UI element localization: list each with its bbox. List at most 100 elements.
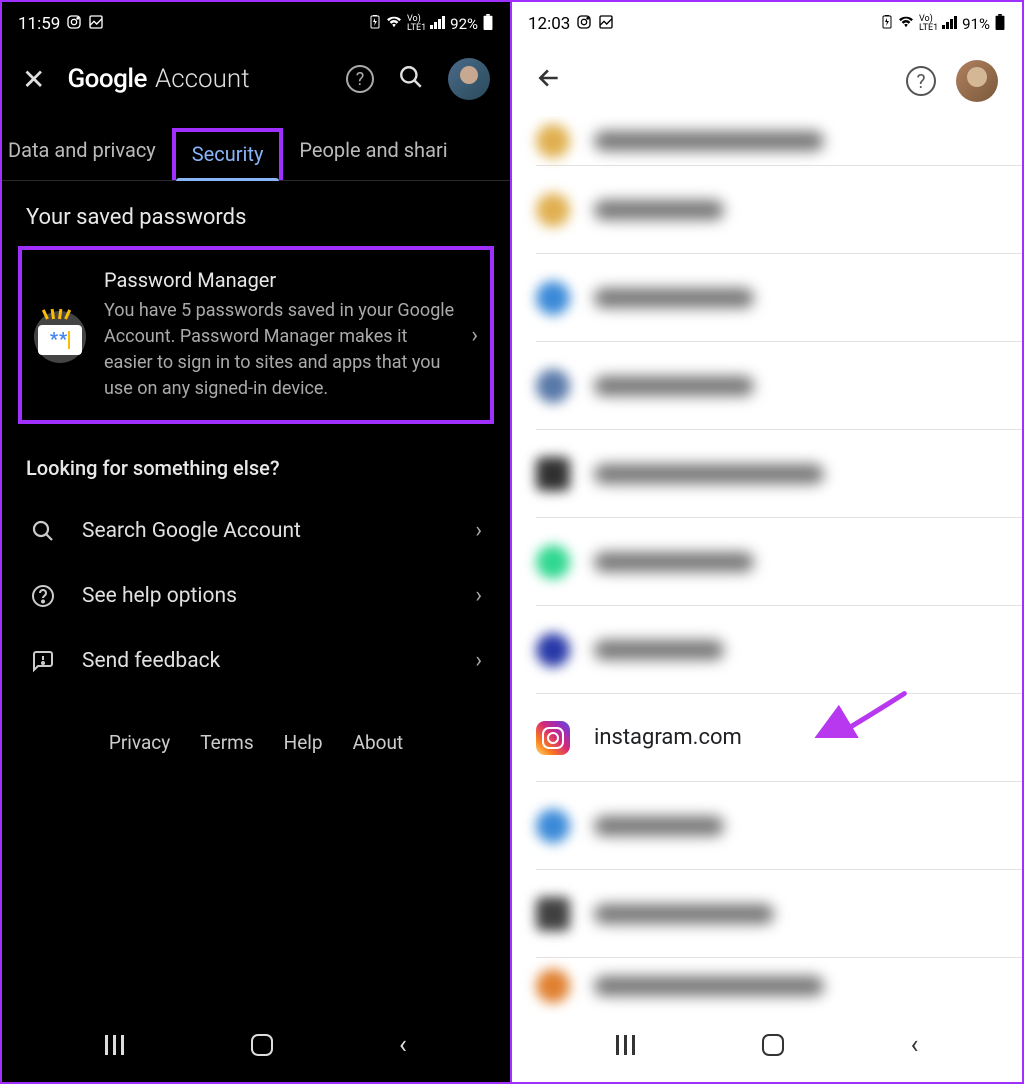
search-icon: [30, 519, 56, 543]
site-label-blurred: [594, 464, 824, 484]
nav-bar: ‹: [512, 1014, 1022, 1082]
battery-saver-icon: [369, 15, 381, 33]
see-help-options-row[interactable]: See help options ›: [2, 563, 510, 628]
chevron-right-icon: ›: [475, 518, 482, 543]
search-google-account-row[interactable]: Search Google Account ›: [2, 498, 510, 563]
signal-icon: [942, 15, 958, 33]
send-feedback-row[interactable]: Send feedback ›: [2, 628, 510, 693]
wifi-icon: [897, 15, 915, 33]
nav-recent-button[interactable]: [616, 1035, 635, 1055]
list-item[interactable]: [536, 254, 1022, 342]
card-title: Password Manager: [104, 268, 455, 292]
feedback-icon: [30, 649, 56, 673]
chevron-right-icon: ›: [475, 583, 482, 608]
battery-icon: [482, 14, 494, 34]
battery-percent: 92%: [450, 15, 478, 33]
phone-right-screen: 12:03 Vo)LTE1 91%: [512, 0, 1024, 1084]
card-desc: You have 5 passwords saved in your Googl…: [104, 298, 455, 402]
back-arrow-icon[interactable]: [536, 65, 562, 98]
chevron-right-icon: ›: [471, 323, 478, 348]
site-favicon: [536, 281, 570, 315]
chevron-right-icon: ›: [475, 648, 482, 673]
nav-home-button[interactable]: [251, 1034, 273, 1056]
site-label: instagram.com: [594, 725, 742, 750]
password-list: instagram.com: [512, 116, 1022, 1014]
site-favicon: [536, 457, 570, 491]
help-icon[interactable]: ?: [346, 65, 374, 93]
list-item[interactable]: [536, 342, 1022, 430]
tabs: Data and privacy Security People and sha…: [2, 112, 510, 181]
site-favicon: [536, 809, 570, 843]
site-favicon: [536, 369, 570, 403]
site-favicon: [536, 633, 570, 667]
site-favicon: [536, 897, 570, 931]
avatar[interactable]: [956, 60, 998, 102]
signal-icon: [430, 15, 446, 33]
option-label: Send feedback: [82, 649, 449, 673]
tab-people-sharing[interactable]: People and shari: [283, 128, 463, 180]
list-item[interactable]: [536, 166, 1022, 254]
search-icon[interactable]: [398, 64, 424, 94]
list-item[interactable]: [536, 430, 1022, 518]
status-bar: 11:59 Vo)LTE1 92%: [2, 2, 510, 46]
list-item[interactable]: [536, 518, 1022, 606]
nav-recent-button[interactable]: [105, 1035, 124, 1055]
site-favicon: [536, 545, 570, 579]
privacy-link[interactable]: Privacy: [109, 731, 170, 754]
help-link[interactable]: Help: [284, 731, 323, 754]
site-label-blurred: [594, 288, 754, 308]
terms-link[interactable]: Terms: [200, 731, 253, 754]
list-item[interactable]: [536, 606, 1022, 694]
nav-back-button[interactable]: ‹: [911, 1030, 919, 1060]
site-label-blurred: [594, 640, 724, 660]
phone-left-screen: 11:59 Vo)LTE1 92% ✕: [0, 0, 512, 1084]
looking-title: Looking for something else?: [2, 432, 510, 498]
list-item[interactable]: [536, 782, 1022, 870]
site-label-blurred: [594, 976, 824, 996]
status-time: 11:59: [18, 14, 60, 34]
site-label-blurred: [594, 376, 754, 396]
battery-percent: 91%: [962, 15, 990, 33]
site-favicon: [536, 124, 570, 158]
status-bar: 12:03 Vo)LTE1 91%: [512, 2, 1022, 46]
app-header: ?: [512, 46, 1022, 116]
status-time: 12:03: [528, 14, 570, 34]
site-favicon: [536, 193, 570, 227]
nav-bar: ‹: [2, 1014, 510, 1082]
battery-saver-icon: [881, 15, 893, 33]
image-status-icon: [88, 14, 104, 35]
saved-passwords-section: Your saved passwords ** Password Manager…: [2, 181, 510, 432]
site-favicon: [536, 969, 570, 1003]
site-label-blurred: [594, 131, 824, 151]
section-title: Your saved passwords: [26, 205, 486, 230]
nav-home-button[interactable]: [762, 1034, 784, 1056]
lte-icon: Vo)LTE1: [407, 15, 426, 33]
site-label-blurred: [594, 200, 724, 220]
site-label-blurred: [594, 904, 774, 924]
site-label-blurred: [594, 552, 754, 572]
nav-back-button[interactable]: ‹: [399, 1030, 407, 1060]
lte-icon: Vo)LTE1: [919, 15, 938, 33]
instagram-icon: [536, 721, 570, 755]
site-label-blurred: [594, 816, 724, 836]
battery-icon: [994, 14, 1006, 34]
image-status-icon: [598, 14, 614, 35]
instagram-status-icon: [66, 14, 82, 35]
avatar[interactable]: [448, 58, 490, 100]
tab-data-privacy[interactable]: Data and privacy: [0, 128, 172, 180]
list-item[interactable]: [536, 116, 1022, 166]
tab-security[interactable]: Security: [172, 128, 284, 180]
about-link[interactable]: About: [353, 731, 404, 754]
help-icon[interactable]: ?: [906, 66, 936, 96]
password-manager-card[interactable]: ** Password Manager You have 5 passwords…: [18, 246, 494, 424]
close-icon[interactable]: ✕: [22, 63, 45, 96]
app-header: ✕ Google Account ?: [2, 46, 510, 112]
list-item[interactable]: [536, 870, 1022, 958]
list-item[interactable]: [536, 958, 1022, 1014]
list-item-instagram[interactable]: instagram.com: [536, 694, 1022, 782]
option-label: Search Google Account: [82, 519, 449, 543]
page-title: Google Account: [67, 64, 249, 94]
help-icon: [30, 584, 56, 608]
instagram-status-icon: [576, 14, 592, 35]
password-manager-icon: **: [32, 307, 88, 363]
